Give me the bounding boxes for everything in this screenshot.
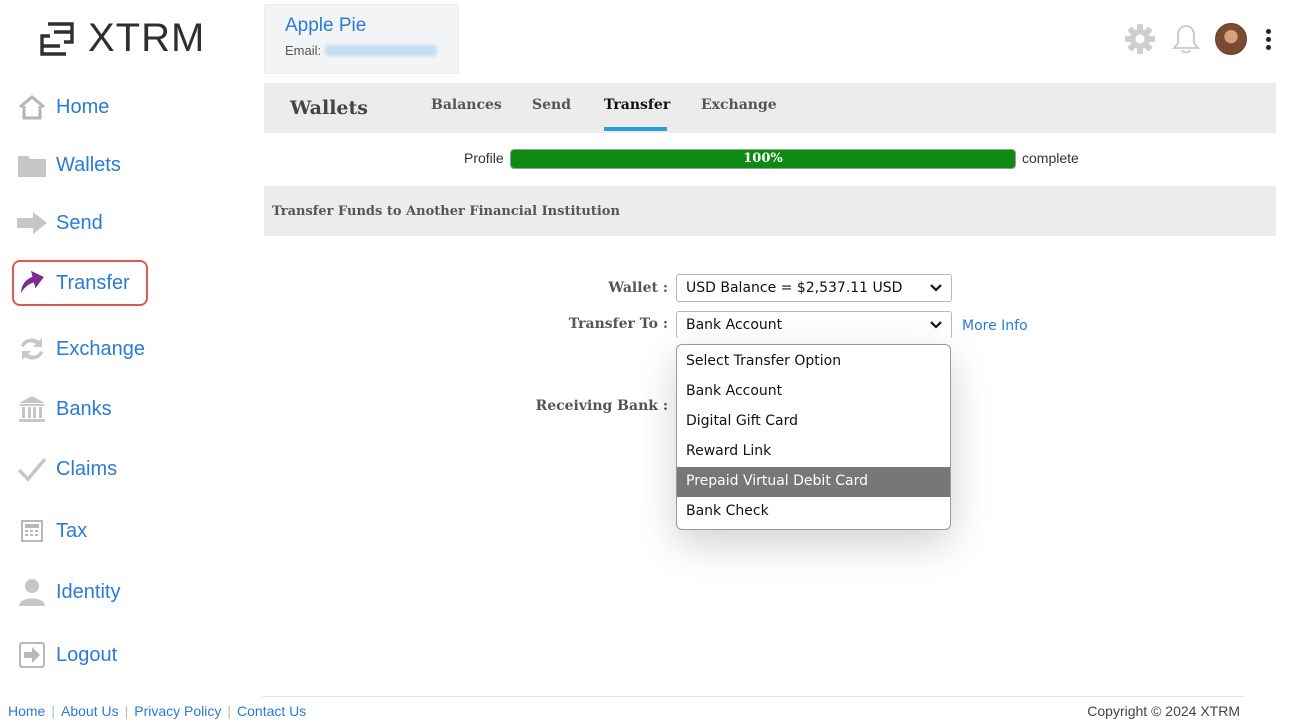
sidebar-item-label: Exchange [56,337,145,360]
footer-link-contact[interactable]: Contact Us [237,703,306,719]
arrow-right-icon [16,207,48,239]
tabbar-title: Wallets [290,97,368,119]
sidebar-item-banks[interactable]: Banks [14,386,150,432]
transfer-option-dropdown: Select Transfer Option Bank Account Digi… [676,344,951,530]
transfer-to-select[interactable]: Bank Account [676,311,952,339]
user-email: Email: [285,43,438,58]
sidebar-item-label: Transfer [56,271,130,294]
home-icon [16,91,48,123]
sidebar-item-exchange[interactable]: Exchange [14,326,150,372]
dropdown-option-highlighted[interactable]: Prepaid Virtual Debit Card [677,467,950,497]
chevron-down-icon [930,321,942,329]
bank-icon [16,393,48,425]
dropdown-option[interactable]: Select Transfer Option [677,347,950,377]
person-icon [16,576,48,608]
wallet-label: Wallet : [608,280,668,296]
sidebar-item-claims[interactable]: Claims [14,446,150,492]
user-card: Apple Pie Email: [264,4,459,74]
sidebar-item-label: Banks [56,397,112,420]
tab-transfer[interactable]: Transfer [604,97,670,113]
sidebar-item-logout[interactable]: Logout [14,632,150,678]
footer-divider [262,696,1244,697]
sidebar-item-transfer[interactable]: Transfer [12,260,148,306]
chevron-down-icon [930,284,942,292]
brand-name: XTRM [88,16,206,60]
sidebar-item-label: Logout [56,643,118,666]
wallet-select-value: USD Balance = $2,537.11 USD [686,280,903,296]
gear-icon[interactable] [1123,22,1157,56]
dropdown-option[interactable]: Bank Account [677,377,950,407]
sidebar-item-home[interactable]: Home [14,84,150,130]
transfer-arrow-icon [16,267,48,299]
folder-icon [16,149,48,181]
progress-suffix: complete [1022,150,1079,166]
tab-send[interactable]: Send [532,97,571,113]
section-title: Transfer Funds to Another Financial Inst… [264,186,1276,236]
sidebar-item-label: Home [56,95,110,118]
footer-link-privacy[interactable]: Privacy Policy [134,703,221,719]
wallets-tab-bar: Wallets Balances Send Transfer Exchange [264,83,1276,133]
footer-links: Home | About Us | Privacy Policy | Conta… [8,703,306,719]
checkmark-icon [16,453,48,485]
sidebar-item-label: Send [56,211,103,234]
progress-percent: 100% [743,151,783,166]
logo-icon [40,21,74,56]
sidebar-item-send[interactable]: Send [14,200,150,246]
dropdown-option[interactable]: Digital Gift Card [677,407,950,437]
sidebar-item-label: Claims [56,457,118,480]
tab-balances[interactable]: Balances [431,97,502,113]
progress-bar: 100% [510,149,1016,169]
dropdown-option[interactable]: Bank Check [677,497,950,527]
sidebar-item-label: Tax [56,519,88,542]
footer-separator: | [51,703,55,719]
header-icons [1123,22,1271,56]
calculator-icon [16,515,48,547]
sidebar-item-label: Wallets [56,153,121,176]
email-label: Email: [285,43,322,58]
bell-icon[interactable] [1171,22,1201,56]
avatar[interactable] [1215,23,1247,55]
transfer-to-select-value: Bank Account [686,317,783,333]
transfer-to-label: Transfer To : [568,316,668,332]
active-tab-indicator [604,127,667,131]
footer-link-about[interactable]: About Us [61,703,119,719]
sidebar-item-tax[interactable]: Tax [14,508,150,554]
copyright: Copyright © 2024 XTRM [1087,703,1240,719]
sidebar-item-label: Identity [56,580,121,603]
email-redacted [325,45,438,56]
footer-separator: | [124,703,129,719]
user-name[interactable]: Apple Pie [285,15,438,37]
dropdown-option[interactable]: Reward Link [677,437,950,467]
footer-link-home[interactable]: Home [8,703,45,719]
more-info-link[interactable]: More Info [962,318,1028,334]
progress-prefix: Profile [464,150,504,166]
logout-icon [16,639,48,671]
sidebar-item-wallets[interactable]: Wallets [14,142,150,188]
exchange-icon [16,333,48,365]
tab-exchange[interactable]: Exchange [701,97,777,113]
profile-progress: Profile 100% complete [264,148,1276,170]
brand-logo[interactable]: XTRM [36,16,205,61]
footer-separator: | [227,703,232,719]
wallet-select[interactable]: USD Balance = $2,537.11 USD [676,274,952,302]
sidebar-item-identity[interactable]: Identity [14,569,150,615]
receiving-bank-label: Receiving Bank : [535,398,668,414]
more-vertical-icon[interactable] [1265,28,1271,50]
